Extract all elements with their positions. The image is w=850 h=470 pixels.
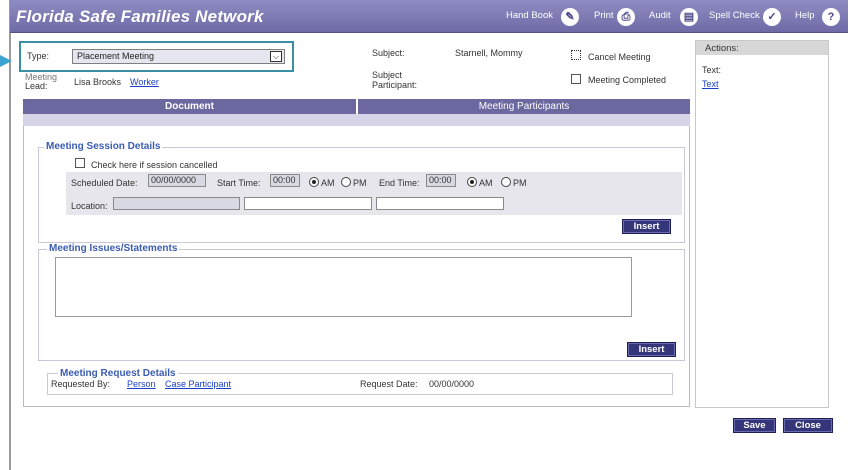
app-title: Florida Safe Families Network xyxy=(16,7,264,26)
start-am-label: AM xyxy=(321,178,335,188)
session-cancelled-checkbox[interactable] xyxy=(75,158,85,168)
session-insert-button[interactable]: Insert xyxy=(622,219,671,234)
issues-insert-button[interactable]: Insert xyxy=(627,342,676,357)
end-pm-radio[interactable] xyxy=(501,177,511,187)
save-button[interactable]: Save xyxy=(733,418,776,433)
meeting-session-title: Meeting Session Details xyxy=(44,141,163,152)
location-field-2[interactable] xyxy=(244,197,372,210)
type-label: Type: xyxy=(27,51,50,61)
case-participant-link[interactable]: Case Participant xyxy=(165,379,231,389)
subject-participant-label-line2: Participant: xyxy=(372,80,418,90)
meeting-issues-title: Meeting Issues/Statements xyxy=(47,243,180,254)
end-time-field[interactable]: 00:00 xyxy=(426,174,456,187)
start-pm-label: PM xyxy=(353,178,367,188)
meeting-lead-name: Lisa Brooks xyxy=(74,77,122,87)
handbook-link[interactable]: Hand Book xyxy=(506,10,553,21)
print-link[interactable]: Print xyxy=(594,10,614,21)
subject-participant-label-line1: Subject xyxy=(372,70,403,80)
tab-document[interactable]: Document xyxy=(23,99,356,114)
actions-heading: Actions: xyxy=(696,41,828,55)
tab-underline xyxy=(23,114,690,126)
end-am-radio[interactable] xyxy=(467,177,477,187)
start-time-label: Start Time: xyxy=(217,178,261,188)
location-label: Location: xyxy=(71,201,108,211)
printer-icon[interactable]: ⎙ xyxy=(617,8,635,26)
person-link[interactable]: Person xyxy=(127,379,156,389)
request-date-value: 00/00/0000 xyxy=(429,379,475,389)
type-select[interactable]: Placement Meeting ⌵ xyxy=(72,49,285,64)
window-left-border xyxy=(9,0,11,470)
start-pm-radio[interactable] xyxy=(341,177,351,187)
meeting-lead-label-line2: Lead: xyxy=(25,81,48,91)
meeting-request-title: Meeting Request Details xyxy=(58,368,178,379)
actions-text-link[interactable]: Text xyxy=(702,79,719,89)
start-time-field[interactable]: 00:00 xyxy=(270,174,300,187)
worker-link[interactable]: Worker xyxy=(130,77,159,87)
cancel-meeting-label: Cancel Meeting xyxy=(588,52,651,62)
actions-panel: Actions: Text: Text xyxy=(695,40,829,408)
type-select-value: Placement Meeting xyxy=(77,51,155,61)
close-button[interactable]: Close xyxy=(783,418,833,433)
help-icon[interactable]: ? xyxy=(822,8,840,26)
meeting-completed-checkbox[interactable] xyxy=(571,74,581,84)
end-pm-label: PM xyxy=(513,178,527,188)
subject-label: Subject: xyxy=(372,48,405,58)
app-header: Florida Safe Families Network Hand Book … xyxy=(10,0,848,33)
location-field-3[interactable] xyxy=(376,197,504,210)
spell-check-link[interactable]: Spell Check xyxy=(709,10,760,21)
chevron-down-icon[interactable]: ⌵ xyxy=(270,51,282,62)
actions-text-label: Text: xyxy=(702,65,722,75)
session-cancelled-label: Check here if session cancelled xyxy=(91,160,218,170)
document-icon[interactable]: ▤ xyxy=(680,8,698,26)
pointer-arrow-icon xyxy=(0,55,12,67)
meeting-completed-label: Meeting Completed xyxy=(588,75,667,85)
audit-link[interactable]: Audit xyxy=(649,10,671,21)
location-field-1[interactable] xyxy=(113,197,240,210)
scheduled-date-field[interactable]: 00/00/0000 xyxy=(148,174,206,187)
help-link[interactable]: Help xyxy=(795,10,815,21)
cancel-meeting-checkbox[interactable] xyxy=(571,50,581,60)
type-highlight-box: Type: Placement Meeting ⌵ xyxy=(19,41,294,72)
end-am-label: AM xyxy=(479,178,493,188)
requested-by-label: Requested By: xyxy=(51,379,111,389)
start-am-radio[interactable] xyxy=(309,177,319,187)
meeting-issues-textarea[interactable] xyxy=(55,257,632,317)
subject-value: Starnell, Mommy xyxy=(455,48,523,58)
scheduled-date-label: Scheduled Date: xyxy=(71,178,138,188)
checkmark-icon[interactable]: ✓ xyxy=(763,8,781,26)
request-date-label: Request Date: xyxy=(360,379,418,389)
pencil-icon[interactable]: ✎ xyxy=(561,8,579,26)
tab-meeting-participants[interactable]: Meeting Participants xyxy=(356,99,690,114)
end-time-label: End Time: xyxy=(379,178,420,188)
